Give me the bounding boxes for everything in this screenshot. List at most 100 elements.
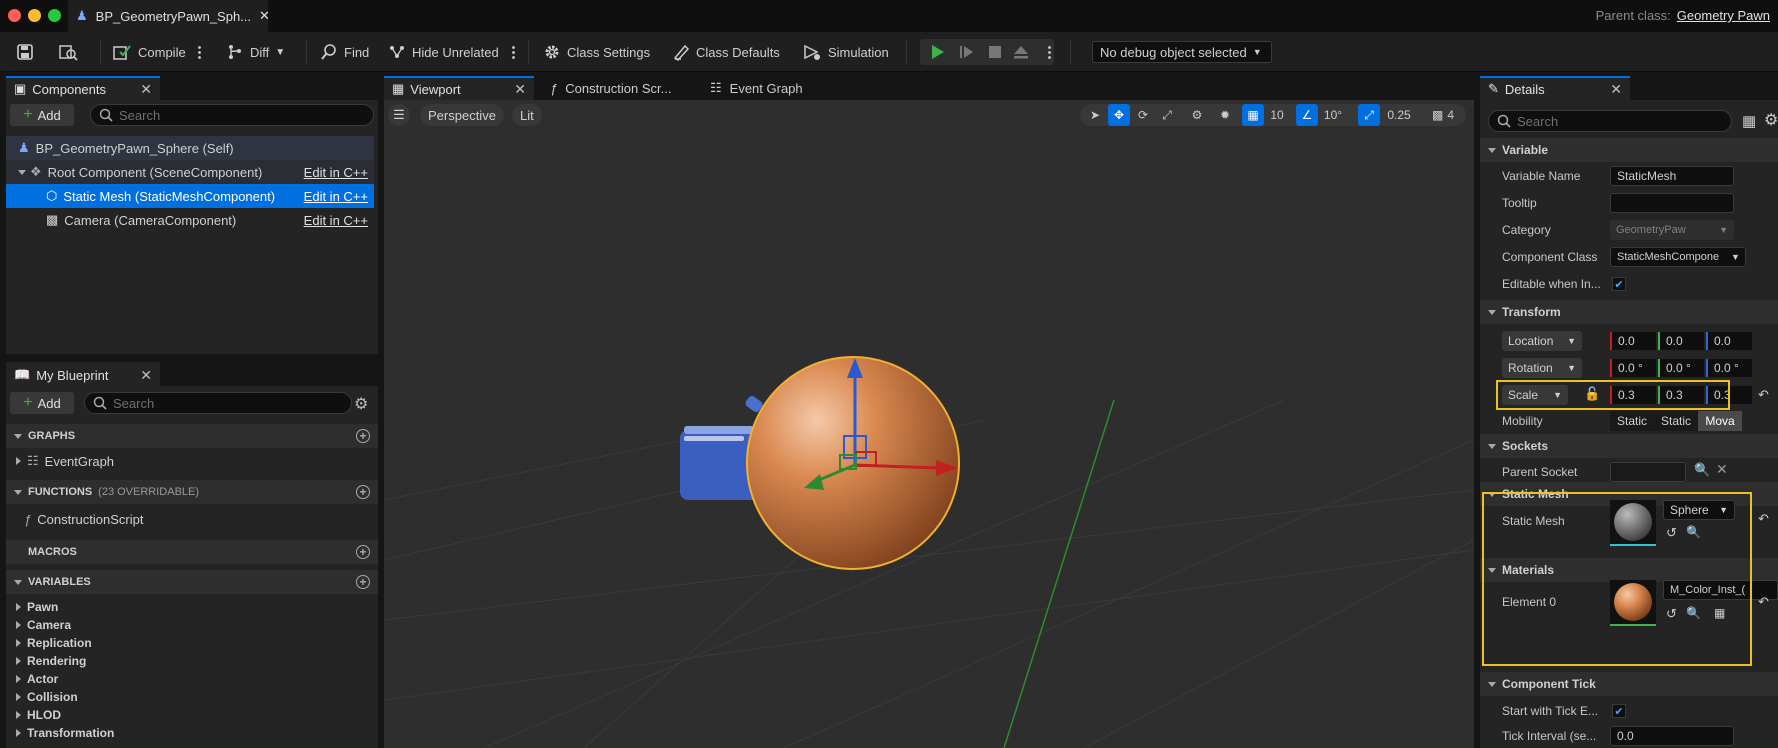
stop-button[interactable]	[986, 32, 1004, 72]
material-thumbnail[interactable]	[1610, 580, 1656, 626]
variable-group-collision[interactable]: Collision	[16, 688, 78, 706]
close-window-button[interactable]	[8, 9, 21, 22]
gear-icon[interactable]: ⚙	[354, 394, 368, 414]
edit-in-cpp-link[interactable]: Edit in C++	[304, 189, 368, 204]
rotation-y[interactable]: 0.0 °	[1658, 359, 1704, 377]
component-static-mesh[interactable]: ⬡ Static Mesh (StaticMeshComponent) Edit…	[6, 184, 374, 208]
location-y[interactable]: 0.0	[1658, 332, 1704, 350]
rotate-tool-button[interactable]: ⟳	[1132, 104, 1154, 126]
compile-options-button[interactable]	[198, 32, 201, 72]
functions-section[interactable]: FUNCTIONS (23 OVERRIDABLE) +	[6, 480, 378, 504]
tab-event-graph[interactable]: ☷ Event Graph	[710, 76, 803, 100]
class-defaults-button[interactable]: Class Defaults	[672, 32, 780, 72]
document-tab[interactable]: ♟ BP_GeometryPawn_Sph... ✕	[68, 0, 270, 32]
diff-button[interactable]: Diff ▼	[226, 32, 285, 72]
add-blueprint-item-button[interactable]: + Add	[10, 392, 74, 414]
checker-icon[interactable]: ▦	[1714, 606, 1725, 620]
scale-z[interactable]: 0.3	[1706, 386, 1752, 404]
rotation-snap-value[interactable]: 10°	[1320, 104, 1346, 126]
camera-speed-button[interactable]: ▩ 4	[1424, 104, 1462, 126]
play-button[interactable]	[928, 32, 946, 72]
tab-components[interactable]: ▣ Components ✕	[6, 76, 160, 100]
rotation-snap-toggle[interactable]: ∠	[1296, 104, 1318, 126]
class-settings-button[interactable]: Class Settings	[543, 32, 650, 72]
component-camera[interactable]: ▩ Camera (CameraComponent) Edit in C++	[6, 208, 374, 232]
hide-unrelated-button[interactable]: Hide Unrelated	[388, 32, 499, 72]
find-button[interactable]: Find	[320, 32, 369, 72]
use-selected-icon[interactable]: ↺	[1666, 606, 1677, 622]
parent-socket-field[interactable]	[1610, 462, 1686, 482]
sphere-mesh[interactable]	[746, 356, 960, 570]
blueprint-search[interactable]: Search	[84, 392, 352, 414]
graph-item-eventgraph[interactable]: ☷ EventGraph	[16, 452, 114, 470]
lock-scale-icon[interactable]: 🔓	[1584, 386, 1600, 402]
start-tick-checkbox[interactable]: ✔	[1612, 704, 1626, 718]
debug-object-select[interactable]: No debug object selected ▼	[1092, 41, 1272, 63]
lit-button[interactable]: Lit	[512, 104, 542, 126]
component-root[interactable]: ❖ Root Component (SceneComponent) Edit i…	[6, 160, 374, 184]
component-self[interactable]: ♟ BP_GeometryPawn_Sphere (Self)	[6, 136, 374, 160]
tick-interval-field[interactable]: 0.0	[1610, 726, 1734, 746]
add-component-button[interactable]: + Add	[10, 104, 74, 126]
mobility-static-button[interactable]: Static	[1610, 411, 1654, 431]
variable-name-field[interactable]: StaticMesh	[1610, 166, 1734, 186]
variable-group-rendering[interactable]: Rendering	[16, 652, 86, 670]
scale-snap-value[interactable]: 0.25	[1382, 104, 1416, 126]
static-mesh-dropdown[interactable]: Sphere ▼	[1663, 500, 1735, 520]
mobility-stationary-button[interactable]: Static	[1654, 411, 1698, 431]
variable-group-transformation[interactable]: Transformation	[16, 724, 114, 742]
variable-group-camera[interactable]: Camera	[16, 616, 71, 634]
component-class-dropdown[interactable]: StaticMeshCompone ▼	[1610, 247, 1746, 267]
variable-group-replication[interactable]: Replication	[16, 634, 92, 652]
tab-viewport[interactable]: ▦ Viewport ✕	[384, 76, 534, 100]
reset-material-icon[interactable]: ↶	[1758, 594, 1769, 610]
category-dropdown[interactable]: GeometryPaw ▼	[1610, 220, 1734, 240]
tab-my-blueprint[interactable]: 📖 My Blueprint ✕	[6, 362, 160, 386]
maximize-window-button[interactable]	[48, 9, 61, 22]
variables-section[interactable]: VARIABLES +	[6, 570, 378, 594]
variable-section[interactable]: Variable	[1480, 138, 1778, 162]
close-tab-icon[interactable]: ✕	[259, 8, 270, 24]
eject-button[interactable]	[1012, 32, 1030, 72]
coordinate-space-button[interactable]: ⚙	[1186, 104, 1208, 126]
reset-static-mesh-icon[interactable]: ↶	[1758, 511, 1769, 527]
materials-section[interactable]: Materials	[1480, 558, 1778, 582]
reset-scale-icon[interactable]: ↶	[1758, 387, 1769, 403]
close-icon[interactable]: ✕	[514, 81, 526, 98]
edit-in-cpp-link[interactable]: Edit in C++	[304, 165, 368, 180]
parent-class-link[interactable]: Geometry Pawn	[1677, 8, 1770, 23]
location-z[interactable]: 0.0	[1706, 332, 1752, 350]
tab-details[interactable]: ✎ Details ✕	[1480, 76, 1630, 100]
add-graph-icon[interactable]: +	[356, 429, 370, 443]
add-function-icon[interactable]: +	[356, 485, 370, 499]
tab-construction-script[interactable]: ƒ Construction Scr...	[550, 76, 671, 100]
close-icon[interactable]: ✕	[1610, 81, 1622, 98]
variable-group-pawn[interactable]: Pawn	[16, 598, 58, 616]
variable-group-hlod[interactable]: HLOD	[16, 706, 61, 724]
viewport[interactable]: ☰ Perspective Lit ➤ ✥ ⟳ ⤢ ⚙ ✹ ▦ 10 ∠ 10°…	[384, 100, 1474, 748]
expand-icon[interactable]	[18, 169, 26, 175]
compile-button[interactable]: Compile	[112, 32, 186, 72]
scale-y[interactable]: 0.3	[1658, 386, 1704, 404]
grid-snap-toggle[interactable]: ▦	[1242, 104, 1264, 126]
translate-tool-button[interactable]: ✥	[1108, 104, 1130, 126]
function-item-constructionscript[interactable]: ƒ ConstructionScript	[24, 510, 143, 528]
variable-group-actor[interactable]: Actor	[16, 670, 58, 688]
minimize-window-button[interactable]	[28, 9, 41, 22]
surface-snap-button[interactable]: ✹	[1214, 104, 1236, 126]
location-dropdown[interactable]: Location ▼	[1502, 331, 1582, 351]
browse-socket-icon[interactable]: 🔍	[1694, 462, 1710, 478]
select-tool-button[interactable]: ➤	[1084, 104, 1106, 126]
step-button[interactable]	[958, 32, 976, 72]
hide-unrelated-options-button[interactable]	[512, 32, 515, 72]
location-x[interactable]: 0.0	[1610, 332, 1656, 350]
rotation-dropdown[interactable]: Rotation ▼	[1502, 358, 1582, 378]
graphs-section[interactable]: GRAPHS +	[6, 424, 378, 448]
perspective-button[interactable]: Perspective	[420, 104, 504, 126]
viewport-menu-button[interactable]: ☰	[388, 104, 410, 126]
browse-asset-icon[interactable]: 🔍	[1686, 525, 1701, 539]
scale-x[interactable]: 0.3	[1610, 386, 1656, 404]
settings-gear-icon[interactable]: ⚙	[1764, 110, 1778, 130]
scale-snap-toggle[interactable]: ⤢	[1358, 104, 1380, 126]
transform-section[interactable]: Transform	[1480, 300, 1778, 324]
